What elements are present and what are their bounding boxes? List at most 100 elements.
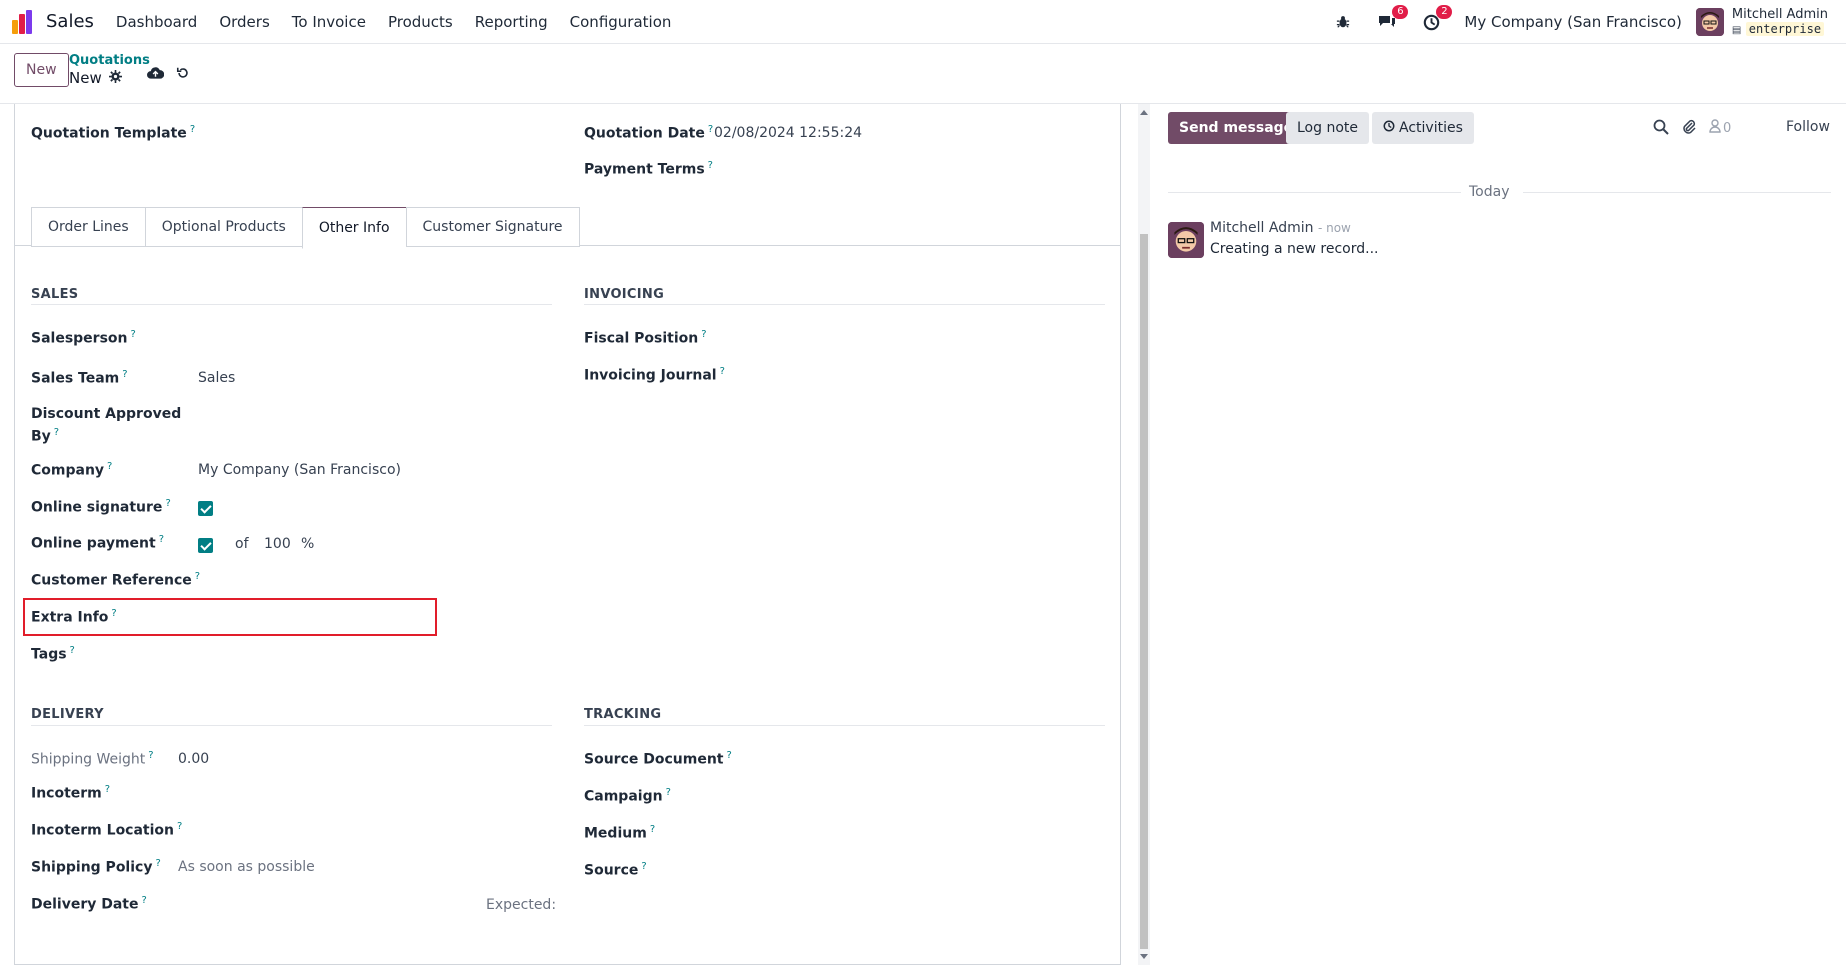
menu-orders[interactable]: Orders: [219, 13, 269, 31]
discard-undo-icon[interactable]: [176, 66, 190, 84]
invoicing-section-title: INVOICING: [584, 287, 665, 302]
delivery-section-title: DELIVERY: [31, 707, 104, 722]
delivery-date-label: Delivery Date?: [31, 895, 147, 913]
user-name: Mitchell Admin: [1731, 6, 1828, 22]
today-separator: Today: [1469, 184, 1510, 200]
top-navbar: Sales Dashboard Orders To Invoice Produc…: [0, 0, 1846, 44]
company-label: Company?: [31, 461, 113, 479]
campaign-label: Campaign?: [584, 787, 671, 805]
percent-sign: %: [301, 536, 315, 552]
form-sheet: Quotation Template? Quotation Date? 02/0…: [14, 104, 1121, 965]
message-body: Creating a new record...: [1210, 241, 1379, 257]
online-payment-label: Online payment?: [31, 534, 165, 552]
message-author-avatar[interactable]: [1168, 222, 1204, 258]
source-document-label: Source Document?: [584, 750, 732, 768]
paperclip-icon[interactable]: [1681, 119, 1697, 139]
followers-count: 0: [1723, 120, 1732, 136]
source-label: Source?: [584, 861, 647, 879]
sales-team-value[interactable]: Sales: [198, 370, 235, 386]
expected-date-label: Expected:: [486, 897, 557, 913]
shipping-weight-label: Shipping Weight?: [31, 750, 154, 768]
breadcrumb-current-label: New: [69, 69, 102, 87]
menu-reporting[interactable]: Reporting: [475, 13, 548, 31]
scroll-thumb[interactable]: [1140, 234, 1148, 949]
delivery-section-divider: [31, 725, 552, 726]
shipping-policy-select[interactable]: As soon as possible: [178, 859, 315, 875]
sales-section-divider: [31, 304, 552, 305]
sales-app-icon[interactable]: [12, 9, 38, 34]
messages-icon[interactable]: 6: [1376, 5, 1409, 33]
gear-icon[interactable]: [108, 69, 122, 87]
breadcrumb-quotations[interactable]: Quotations: [69, 53, 150, 68]
online-signature-label: Online signature?: [31, 498, 171, 516]
tags-label: Tags?: [31, 645, 75, 663]
app-title[interactable]: Sales: [46, 11, 94, 32]
online-payment-percent-input[interactable]: 100: [264, 536, 291, 552]
control-panel: New Quotations New: [0, 44, 1846, 104]
menu-configuration[interactable]: Configuration: [570, 13, 672, 31]
activities-clock-icon[interactable]: 2: [1420, 5, 1453, 33]
new-button[interactable]: New: [14, 53, 69, 87]
debug-bug-icon[interactable]: [1332, 11, 1354, 33]
online-payment-checkbox[interactable]: [198, 538, 213, 553]
search-icon[interactable]: [1653, 119, 1669, 139]
send-message-button[interactable]: Send message: [1168, 112, 1305, 144]
tab-order-lines[interactable]: Order Lines: [31, 207, 145, 247]
tracking-section-divider: [584, 725, 1105, 726]
fiscal-position-label: Fiscal Position?: [584, 329, 707, 347]
customer-reference-label: Customer Reference?: [31, 571, 201, 589]
notebook-tabs: Order Lines Optional Products Other Info…: [31, 207, 580, 249]
invoicing-journal-label: Invoicing Journal?: [584, 366, 725, 384]
messages-badge: 6: [1392, 5, 1409, 19]
tab-customer-signature[interactable]: Customer Signature: [405, 207, 580, 247]
online-signature-checkbox[interactable]: [198, 501, 213, 516]
activities-button[interactable]: Activities: [1372, 112, 1474, 144]
log-note-button[interactable]: Log note: [1286, 112, 1369, 144]
save-cloud-icon[interactable]: [147, 66, 165, 84]
scroll-down-arrow[interactable]: [1140, 954, 1148, 959]
shipping-policy-label: Shipping Policy?: [31, 858, 161, 876]
today-divider-right: [1523, 192, 1831, 193]
company-value[interactable]: My Company (San Francisco): [198, 462, 401, 478]
tab-optional-products[interactable]: Optional Products: [144, 207, 302, 247]
medium-label: Medium?: [584, 824, 656, 842]
quotation-date-label: Quotation Date?: [584, 124, 714, 142]
message-author-name: Mitchell Admin: [1210, 220, 1314, 236]
sales-team-label: Sales Team?: [31, 369, 128, 387]
discount-approved-label: Discount Approved: [31, 406, 182, 422]
menu-to-invoice[interactable]: To Invoice: [292, 13, 366, 31]
follow-button[interactable]: Follow: [1786, 119, 1830, 135]
incoterm-label: Incoterm?: [31, 784, 111, 802]
user-icon: [1709, 119, 1721, 137]
chatter-panel: Send message Log note Activities 0 Follo…: [1155, 104, 1846, 965]
invoicing-section-divider: [584, 304, 1105, 305]
activities-clock-icon: [1383, 120, 1395, 136]
tab-other-info[interactable]: Other Info: [301, 207, 406, 249]
quotation-date-value[interactable]: 02/08/2024 12:55:24: [714, 125, 862, 141]
salesperson-label: Salesperson?: [31, 329, 136, 347]
incoterm-location-label: Incoterm Location?: [31, 821, 183, 839]
today-divider-left: [1168, 192, 1461, 193]
followers-button[interactable]: 0: [1709, 119, 1731, 137]
company-switcher[interactable]: My Company (San Francisco): [1464, 13, 1681, 31]
shipping-weight-value: 0.00: [178, 751, 210, 767]
activities-badge: 2: [1436, 5, 1453, 19]
user-menu[interactable]: Mitchell Admin ▤ enterprise: [1732, 7, 1828, 38]
breadcrumb-current: New: [69, 69, 122, 87]
discount-approved-by-label: By?: [31, 427, 60, 445]
payment-terms-label: Payment Terms?: [584, 160, 713, 178]
quotation-template-label: Quotation Template?: [31, 124, 196, 142]
user-avatar[interactable]: [1695, 8, 1724, 36]
activities-label: Activities: [1399, 120, 1463, 136]
extra-info-label: Extra Info?: [31, 608, 117, 626]
database-name: enterprise: [1745, 21, 1825, 36]
database-icon: ▤: [1731, 24, 1742, 36]
form-scrollbar[interactable]: [1138, 104, 1150, 965]
sales-section-title: SALES: [31, 287, 79, 302]
menu-products[interactable]: Products: [388, 13, 453, 31]
message-author[interactable]: Mitchell Admin - now: [1210, 220, 1351, 236]
scroll-up-arrow[interactable]: [1140, 110, 1148, 115]
tracking-section-title: TRACKING: [584, 707, 662, 722]
menu-dashboard[interactable]: Dashboard: [116, 13, 197, 31]
online-payment-of: of: [235, 536, 249, 552]
